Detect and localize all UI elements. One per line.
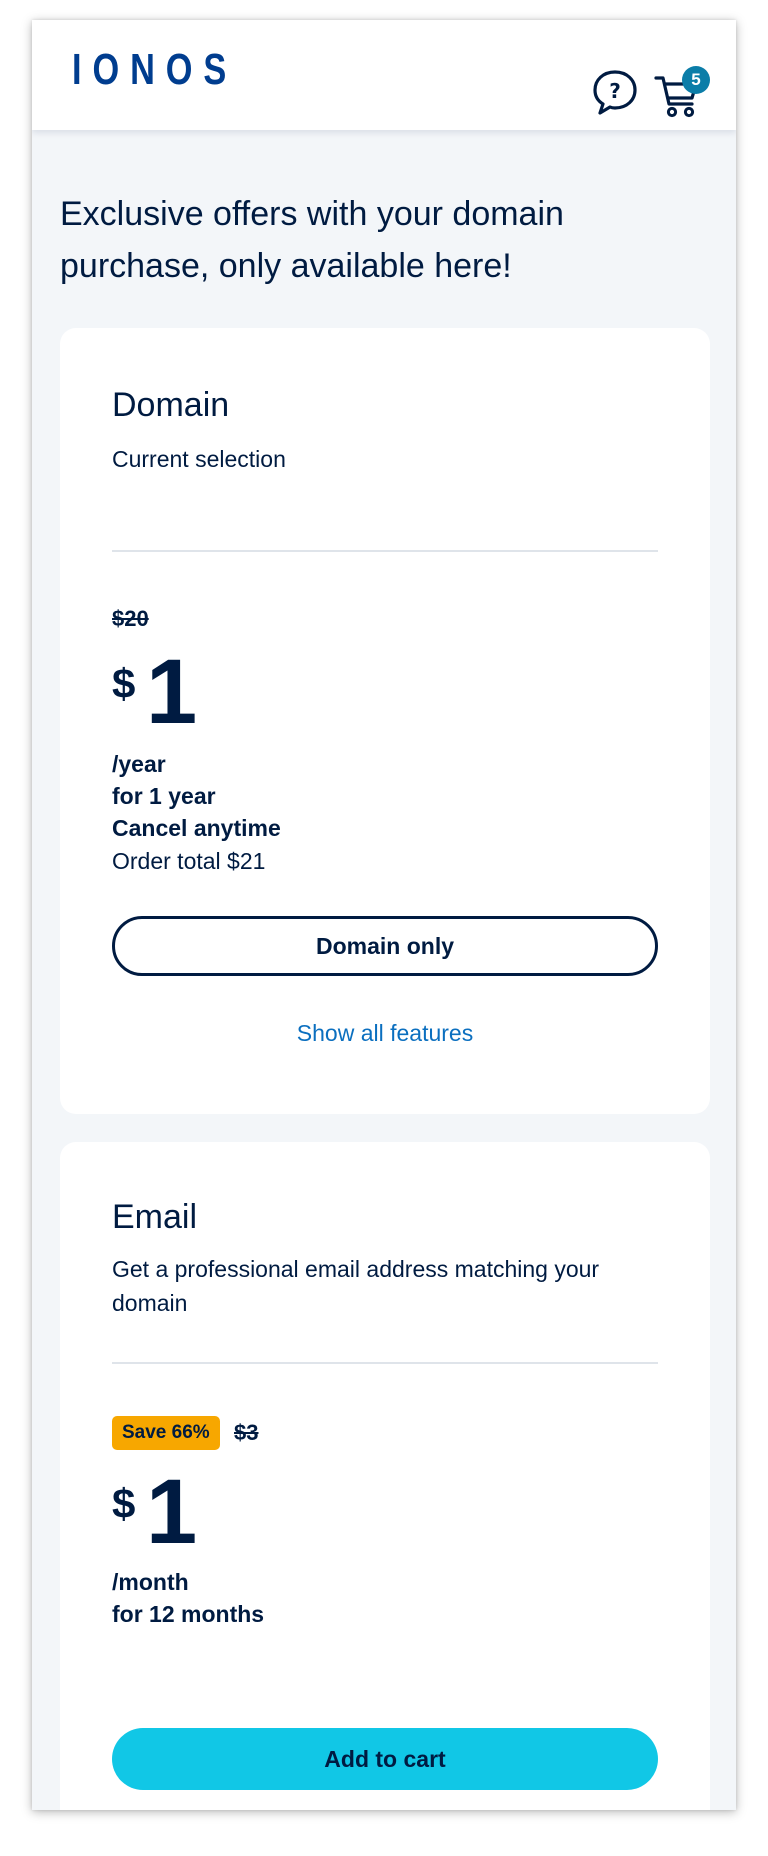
ionos-logo[interactable]: IONOS — [72, 48, 237, 92]
email-offer-card: Email Get a professional email address m… — [60, 1142, 710, 1810]
card-subtitle: Current selection — [112, 446, 286, 472]
svg-text:?: ? — [609, 79, 621, 103]
cart-button[interactable]: 5 — [654, 66, 710, 120]
card-divider — [112, 550, 658, 552]
price-amount: 1 — [146, 1461, 198, 1563]
app-frame: IONOS ? 5 Exclusive offers with your dom… — [32, 20, 736, 1810]
billing-duration: for 12 months — [112, 1601, 265, 1627]
domain-only-button[interactable]: Domain only — [112, 916, 658, 976]
billing-duration: for 1 year — [112, 783, 216, 809]
cancel-note: Cancel anytime — [112, 815, 281, 841]
save-badge: Save 66% — [112, 1416, 220, 1450]
original-price: $3 — [234, 1420, 259, 1445]
cart-count-badge: 5 — [682, 66, 710, 94]
order-total: Order total $21 — [112, 848, 266, 874]
original-price: $20 — [112, 606, 149, 631]
card-divider — [112, 1362, 658, 1364]
currency-symbol: $ — [112, 660, 136, 707]
add-to-cart-button[interactable]: Add to cart — [112, 1728, 658, 1790]
show-all-features-link[interactable]: Show all features — [112, 1020, 658, 1047]
card-subtitle: Get a professional email address matchin… — [112, 1256, 600, 1316]
billing-term: /year — [112, 751, 166, 777]
card-title: Domain — [112, 386, 230, 424]
currency-symbol: $ — [112, 1480, 136, 1527]
top-header: IONOS ? 5 — [32, 20, 736, 130]
speech-bubble-question-icon: ? — [593, 70, 637, 115]
domain-offer-card: Domain Current selection $20 $ 1 /year f… — [60, 328, 710, 1114]
page-headline: Exclusive offers with your domain purcha… — [60, 195, 564, 285]
card-title: Email — [112, 1198, 198, 1236]
help-button[interactable]: ? — [590, 68, 640, 118]
price-amount: 1 — [146, 641, 198, 743]
billing-term: /month — [112, 1569, 189, 1595]
